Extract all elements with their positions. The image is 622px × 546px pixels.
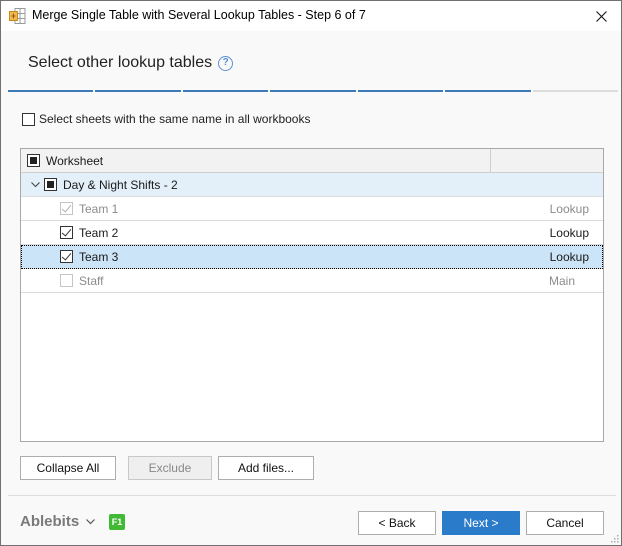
worksheet-checkbox[interactable] [60, 250, 73, 263]
column-separator[interactable] [490, 149, 491, 172]
same-name-checkbox[interactable] [22, 112, 35, 126]
wizard-dialog: Merge Single Table with Several Lookup T… [0, 0, 622, 546]
chevron-down-icon [86, 518, 96, 524]
grid-header: Worksheet [21, 149, 603, 173]
collapse-all-button[interactable]: Collapse All [20, 456, 116, 480]
worksheet-type: Main [548, 273, 575, 288]
table-merge-icon [9, 8, 26, 24]
column-header-worksheet[interactable]: Worksheet [46, 154, 103, 168]
help-icon[interactable]: ? [218, 55, 234, 71]
step-segment [95, 90, 181, 92]
workbook-group-row[interactable]: Day & Night Shifts - 2 [21, 173, 603, 197]
title-bar: Merge Single Table with Several Lookup T… [1, 1, 621, 31]
window-title: Merge Single Table with Several Lookup T… [32, 8, 366, 22]
worksheet-row-selected[interactable]: Team 3 Lookup [21, 245, 603, 269]
worksheet-name: Team 3 [79, 249, 119, 264]
close-icon [595, 10, 607, 22]
ablebits-menu[interactable]: Ablebits [20, 513, 96, 530]
worksheet-row[interactable]: Staff Main [21, 269, 603, 293]
worksheet-type: Lookup [549, 225, 589, 240]
footer-divider [8, 495, 616, 496]
back-button[interactable]: < Back [358, 511, 436, 535]
cancel-button[interactable]: Cancel [526, 511, 604, 535]
f1-help-badge[interactable]: F1 [109, 514, 125, 530]
worksheet-type: Lookup [549, 201, 589, 216]
step-segment [182, 90, 269, 92]
page-title-text: Select other lookup tables [28, 54, 213, 71]
step-progress [8, 90, 618, 92]
close-button[interactable] [581, 1, 621, 31]
workbook-name: Day & Night Shifts - 2 [63, 177, 178, 192]
worksheet-type: Lookup [549, 249, 589, 264]
step-segment [445, 90, 531, 92]
worksheet-checkbox[interactable] [60, 226, 73, 239]
step-segment [270, 90, 356, 92]
exclude-button[interactable]: Exclude [128, 456, 212, 480]
next-button[interactable]: Next > [442, 511, 520, 535]
worksheet-checkbox[interactable] [60, 274, 73, 287]
add-files-button[interactable]: Add files... [218, 456, 314, 480]
same-name-option[interactable]: Select sheets with the same name in all … [22, 112, 310, 126]
step-segment [8, 90, 94, 92]
resize-grip-icon[interactable] [611, 535, 619, 543]
select-all-checkbox[interactable] [27, 154, 40, 167]
worksheet-name: Team 2 [79, 225, 119, 240]
worksheet-checkbox[interactable] [60, 202, 73, 215]
workbook-checkbox[interactable] [44, 178, 57, 191]
worksheet-row[interactable]: Team 1 Lookup [21, 197, 603, 221]
worksheet-tree-grid[interactable]: Worksheet Day & Night Shifts - 2 Team 1 … [20, 148, 604, 442]
step-segment [532, 90, 618, 92]
worksheet-name: Staff [79, 273, 104, 288]
same-name-label: Select sheets with the same name in all … [39, 112, 311, 126]
step-segment [357, 90, 444, 92]
worksheet-row[interactable]: Team 2 Lookup [21, 221, 603, 245]
page-title: Select other lookup tables ? [28, 54, 234, 72]
chevron-down-icon[interactable] [30, 180, 40, 190]
worksheet-name: Team 1 [79, 201, 119, 216]
brand-label: Ablebits [20, 513, 80, 530]
